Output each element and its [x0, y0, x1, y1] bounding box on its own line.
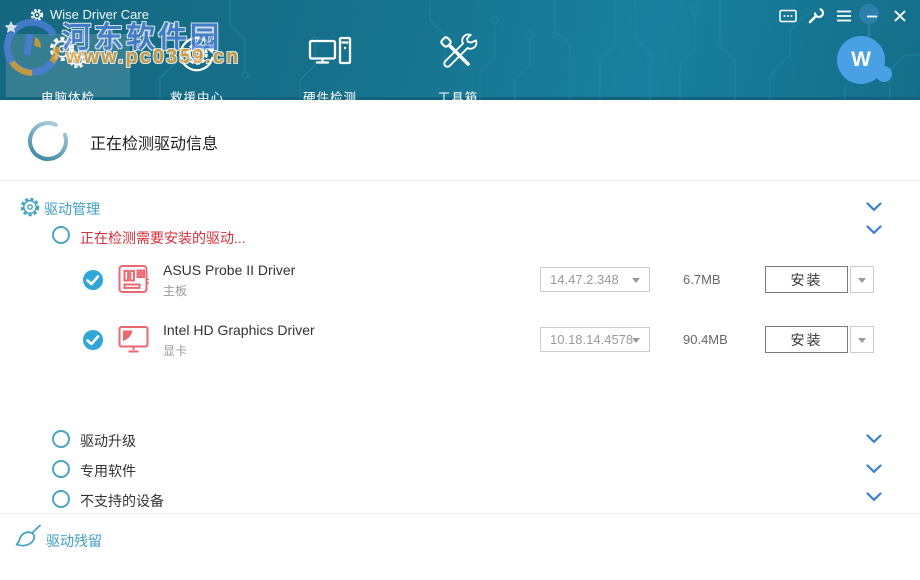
nav-item-rescue-center[interactable]: 救援中心 — [133, 30, 261, 106]
radio-unsupported-devices[interactable] — [52, 490, 70, 508]
rescue-center-icon — [173, 30, 221, 78]
section-driver-management[interactable]: 驱动管理 — [44, 199, 100, 219]
radio-dedicated-software[interactable] — [52, 460, 70, 478]
section-driver-residue[interactable]: 驱动残留 — [46, 531, 102, 551]
install-button[interactable]: 安装 — [765, 266, 848, 293]
app-title: Wise Driver Care — [50, 7, 149, 22]
install-button[interactable]: 安装 — [765, 326, 848, 353]
nav-label: 电脑体检 — [4, 87, 132, 106]
close-icon[interactable] — [890, 6, 910, 26]
chevron-down-icon[interactable] — [866, 492, 882, 502]
feedback-icon[interactable] — [778, 6, 798, 26]
driver-size: 6.7MB — [683, 272, 721, 287]
divider — [0, 180, 920, 181]
driver-row-asus: ASUS Probe II Driver 主板 14.47.2.348 6.7M… — [0, 263, 920, 305]
status-message: 正在检测驱动信息 — [90, 130, 218, 154]
install-options-button[interactable] — [850, 326, 874, 353]
section-unsupported-devices[interactable]: 不支持的设备 — [80, 491, 164, 511]
caret-down-icon — [858, 338, 866, 343]
nav-label: 救援中心 — [133, 87, 261, 106]
header: Wise Driver Care — [0, 0, 920, 100]
loading-spinner — [26, 119, 70, 163]
nav-label: 工具箱 — [394, 87, 522, 106]
app-logo-gear-icon — [30, 8, 44, 22]
hardware-detect-icon — [306, 30, 354, 78]
chevron-down-icon[interactable] — [866, 225, 882, 235]
avatar-badge-dot — [876, 66, 892, 82]
chevron-down-icon[interactable] — [866, 464, 882, 474]
chevron-down-icon[interactable] — [866, 434, 882, 444]
version-value: 10.18.14.4578 — [550, 332, 633, 347]
checkbox-checked[interactable] — [83, 270, 103, 290]
radio-detecting[interactable] — [52, 226, 70, 244]
version-value: 14.47.2.348 — [550, 272, 619, 287]
divider — [0, 513, 920, 514]
nav-item-pc-checkup[interactable]: 电脑体检 — [4, 30, 132, 106]
support-wrench-icon[interactable] — [806, 6, 826, 26]
caret-down-icon — [858, 278, 866, 283]
version-select[interactable]: 14.47.2.348 — [540, 267, 650, 292]
nav-label: 硬件检测 — [266, 87, 394, 106]
wise-driver-care-window: Wise Driver Care — [0, 0, 920, 580]
pc-checkup-icon — [44, 30, 92, 78]
nav-item-hardware-detect[interactable]: 硬件检测 — [266, 30, 394, 106]
driver-category: 显卡 — [163, 342, 187, 359]
broom-icon — [13, 523, 43, 553]
driver-name: ASUS Probe II Driver — [163, 262, 295, 278]
driver-size: 90.4MB — [683, 332, 728, 347]
minimize-icon[interactable] — [862, 6, 882, 26]
gear-icon — [19, 196, 41, 218]
section-dedicated-software[interactable]: 专用软件 — [80, 461, 136, 481]
window-controls — [778, 6, 910, 26]
motherboard-icon — [117, 263, 151, 295]
avatar-letter: W — [851, 48, 871, 72]
section-driver-upgrade[interactable]: 驱动升级 — [80, 431, 136, 451]
detecting-drivers-label: 正在检测需要安装的驱动... — [80, 228, 246, 248]
checkbox-checked[interactable] — [83, 330, 103, 350]
check-icon — [83, 330, 103, 350]
install-options-button[interactable] — [850, 266, 874, 293]
radio-driver-upgrade[interactable] — [52, 430, 70, 448]
driver-category: 主板 — [163, 282, 187, 299]
chevron-down-icon[interactable] — [866, 202, 882, 212]
menu-icon[interactable] — [834, 6, 854, 26]
version-select[interactable]: 10.18.14.4578 — [540, 327, 650, 352]
nav-item-toolbox[interactable]: 工具箱 — [394, 30, 522, 106]
check-icon — [83, 270, 103, 290]
caret-down-icon — [632, 278, 640, 283]
toolbox-icon — [434, 30, 482, 78]
caret-down-icon — [632, 338, 640, 343]
gpu-monitor-icon — [117, 323, 151, 355]
driver-row-intel: Intel HD Graphics Driver 显卡 10.18.14.457… — [0, 323, 920, 365]
driver-name: Intel HD Graphics Driver — [163, 322, 315, 338]
